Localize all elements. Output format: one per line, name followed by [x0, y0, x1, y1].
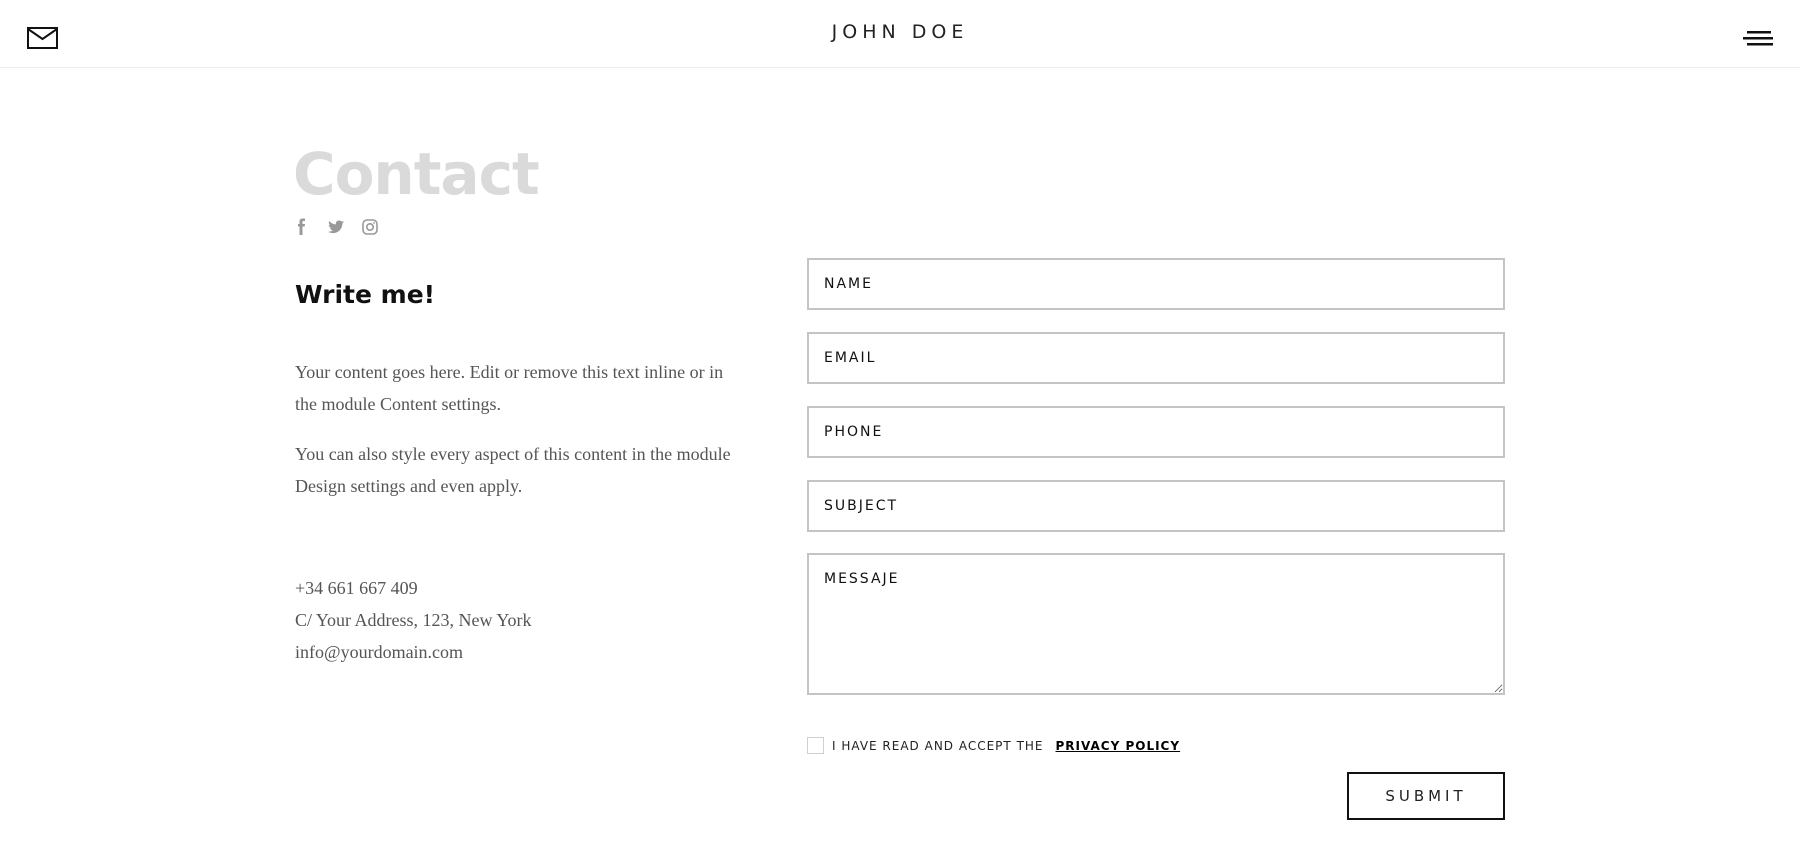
instagram-icon[interactable]	[361, 218, 379, 236]
address: C/ Your Address, 123, New York	[295, 610, 532, 630]
page-title: Contact	[293, 140, 540, 208]
design-paragraph: You can also style every aspect of this …	[295, 444, 731, 496]
privacy-policy-link[interactable]: PRIVACY POLICY	[1056, 739, 1181, 753]
contact-info: +34 661 667 409 C/ Your Address, 123, Ne…	[295, 572, 532, 668]
email-address: info@yourdomain.com	[295, 642, 464, 662]
social-links	[293, 218, 379, 236]
twitter-icon[interactable]	[327, 218, 345, 236]
phone-number: +34 661 667 409	[295, 578, 418, 598]
email-input[interactable]	[807, 332, 1505, 384]
facebook-icon[interactable]	[293, 218, 311, 236]
hamburger-menu-icon[interactable]	[1743, 29, 1773, 47]
intro-paragraph: Your content goes here. Edit or remove t…	[295, 362, 724, 414]
phone-input[interactable]	[807, 406, 1505, 458]
subject-input[interactable]	[807, 480, 1505, 532]
section-heading: Write me!	[295, 280, 436, 309]
name-input[interactable]	[807, 258, 1505, 310]
privacy-consent: I HAVE READ AND ACCEPT THE PRIVACY POLIC…	[807, 737, 1180, 754]
consent-label: I HAVE READ AND ACCEPT THE	[832, 738, 1044, 753]
privacy-checkbox[interactable]	[807, 737, 824, 754]
submit-button[interactable]: SUBMIT	[1347, 772, 1505, 820]
site-title[interactable]: JOHN DOE	[0, 21, 1800, 43]
site-header: JOHN DOE	[0, 0, 1800, 68]
message-textarea[interactable]	[807, 553, 1505, 695]
